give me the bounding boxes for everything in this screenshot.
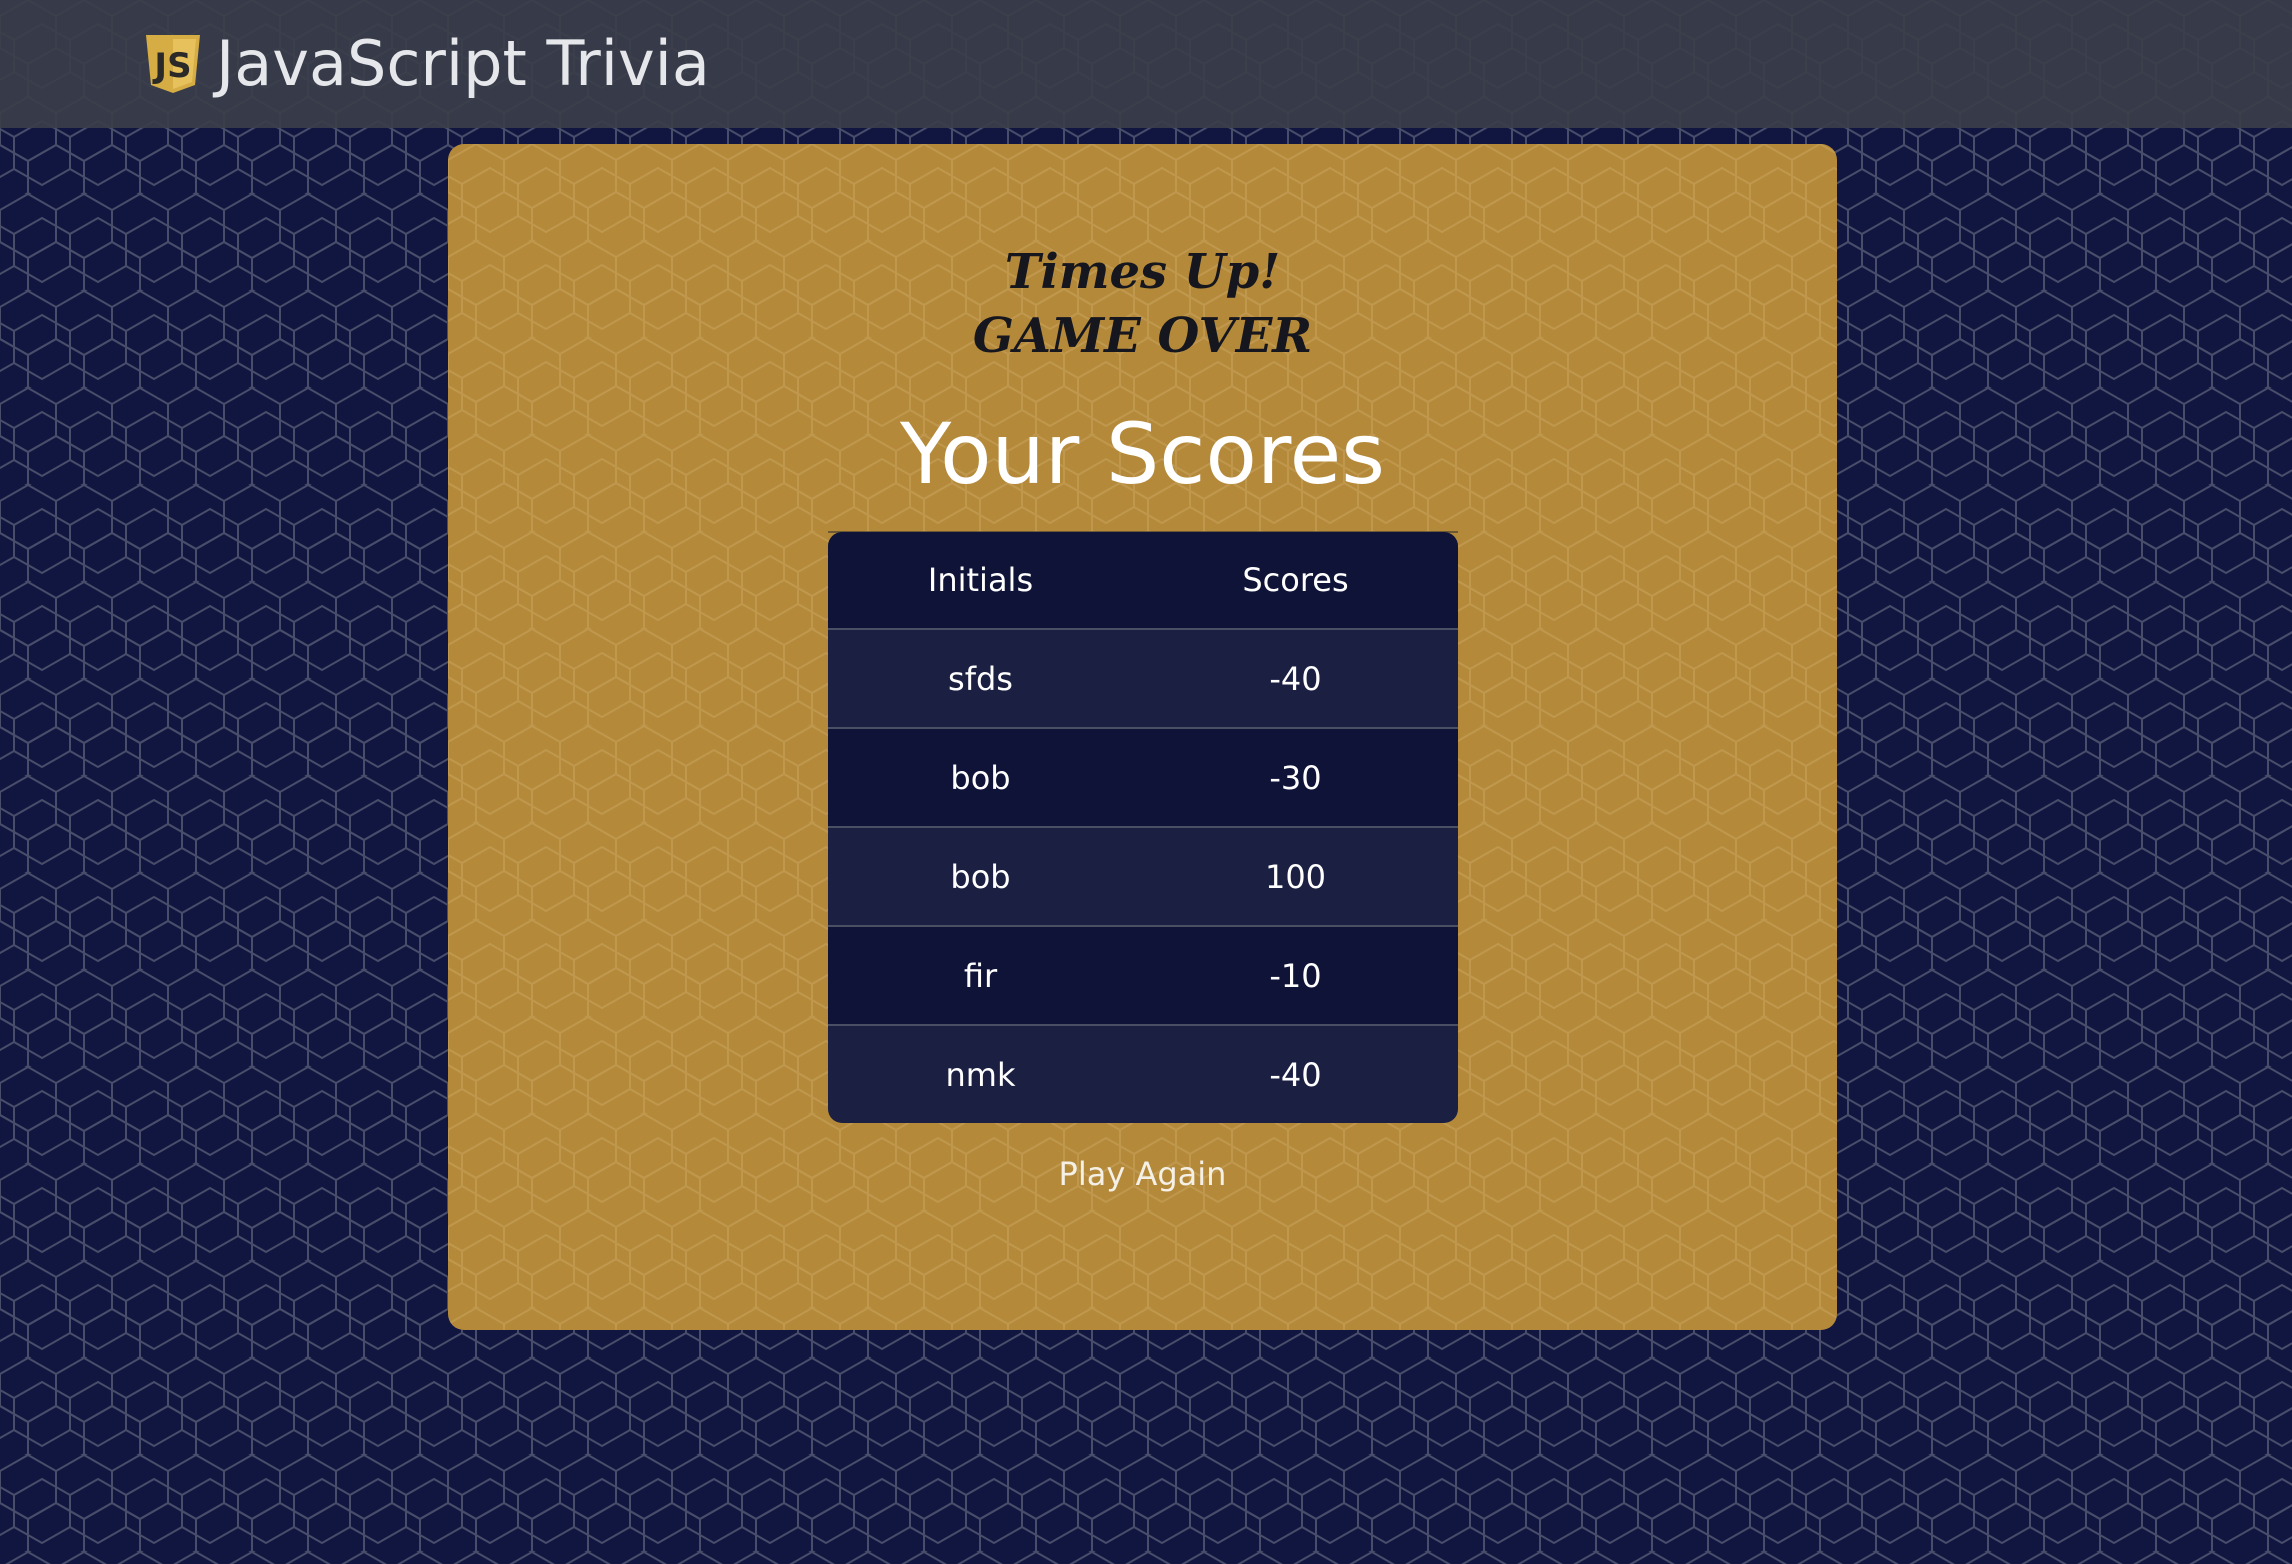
brand[interactable]: JS JavaScript Trivia <box>144 24 710 104</box>
score-cell: -10 <box>1133 925 1458 1025</box>
table-header-row: Initials Scores <box>828 532 1458 629</box>
column-header-scores: Scores <box>1133 532 1458 629</box>
initials-cell: sfds <box>828 628 1133 728</box>
top-navbar: JS JavaScript Trivia <box>0 0 2292 128</box>
initials-cell: bob <box>828 826 1133 926</box>
js-shield-icon: JS <box>146 35 200 93</box>
initials-cell: fir <box>828 925 1133 1025</box>
logo-text: JS <box>152 46 191 86</box>
scores-table: Initials Scores sfds -40 bob -30 bob 100… <box>828 532 1458 1123</box>
game-over-text: GAME OVER <box>972 308 1313 364</box>
scores-heading: Your Scores <box>899 405 1386 503</box>
scores-table-container: Initials Scores sfds -40 bob -30 bob 100… <box>828 532 1458 1123</box>
initials-cell: bob <box>828 727 1133 827</box>
app-title: JavaScript Trivia <box>216 27 710 100</box>
table-row: sfds -40 <box>828 628 1458 728</box>
score-cell: 100 <box>1133 826 1458 926</box>
table-row: fir -10 <box>828 925 1458 1025</box>
times-up-text: Times Up! <box>1004 244 1281 300</box>
score-cell: -40 <box>1133 1024 1458 1123</box>
table-row: bob -30 <box>828 727 1458 827</box>
table-row: nmk -40 <box>828 1024 1458 1123</box>
initials-cell: nmk <box>828 1024 1133 1123</box>
table-row: bob 100 <box>828 826 1458 926</box>
game-over-card: Times Up! GAME OVER Your Scores Initials… <box>448 144 1837 1330</box>
column-header-initials: Initials <box>828 532 1133 629</box>
play-again-button[interactable]: Play Again <box>1059 1155 1227 1193</box>
score-cell: -40 <box>1133 628 1458 728</box>
score-cell: -30 <box>1133 727 1458 827</box>
play-again-container: Play Again <box>448 1154 1837 1194</box>
